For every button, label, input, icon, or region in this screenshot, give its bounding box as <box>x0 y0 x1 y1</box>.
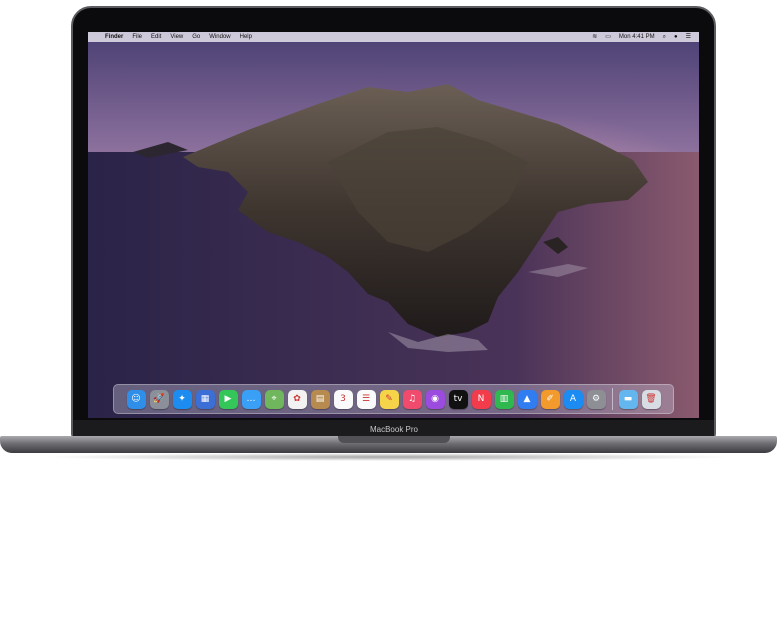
podcasts-icon[interactable]: ◉ <box>425 389 445 409</box>
system-preferences-icon[interactable]: ⚙ <box>586 389 606 409</box>
notification-icon[interactable]: ☰ <box>686 32 691 42</box>
device-label: MacBook Pro <box>369 425 419 434</box>
menu-window[interactable]: Window <box>209 34 230 40</box>
menu-help[interactable]: Help <box>240 34 252 40</box>
downloads-folder-icon[interactable]: ▬ <box>618 389 638 409</box>
menubar-clock[interactable]: Mon 4:41 PM <box>619 34 655 40</box>
dock: ☺ 🚀 ✦ ▦ ▶… ⌖ ✿ ▤ 3 ☰ ✎ ♫ ◉ tv N ▥ ▲ ✐ A ⚙ ▬ 🗑 <box>113 384 674 414</box>
keynote-icon[interactable]: ▲ <box>517 389 537 409</box>
dock-separator <box>611 388 613 410</box>
airplay-icon[interactable]: ▭ <box>605 32 611 42</box>
lid-opening-notch <box>338 436 450 443</box>
tv-icon[interactable]: tv <box>448 389 468 409</box>
launchpad-icon[interactable]: 🚀 <box>149 389 169 409</box>
finder-icon[interactable]: ☺ <box>126 389 146 409</box>
facetime-icon[interactable]: ▶ <box>218 389 238 409</box>
calendar-icon[interactable]: 3 <box>333 389 353 409</box>
menu-bar: Finder File Edit View Go Window Help ≋ ▭… <box>88 32 699 42</box>
notes-icon[interactable]: ✎ <box>379 389 399 409</box>
siri-icon[interactable]: ● <box>674 32 678 42</box>
menu-file[interactable]: File <box>132 34 142 40</box>
menu-edit[interactable]: Edit <box>151 34 161 40</box>
search-icon[interactable]: ⌕ <box>663 32 666 42</box>
menu-view[interactable]: View <box>170 34 183 40</box>
pages-icon[interactable]: ✐ <box>540 389 560 409</box>
maps-icon[interactable]: ⌖ <box>264 389 284 409</box>
wallpaper-catalina-island <box>88 84 699 418</box>
safari-icon[interactable]: ✦ <box>172 389 192 409</box>
photos-icon[interactable]: ✿ <box>287 389 307 409</box>
music-icon[interactable]: ♫ <box>402 389 422 409</box>
numbers-icon[interactable]: ▥ <box>494 389 514 409</box>
desktop-screen[interactable]: Finder File Edit View Go Window Help ≋ ▭… <box>88 32 699 418</box>
messages-icon[interactable]: … <box>241 389 261 409</box>
contacts-icon[interactable]: ▤ <box>310 389 330 409</box>
macbook-device: Finder File Edit View Go Window Help ≋ ▭… <box>0 0 777 470</box>
photos-browser-icon[interactable]: ▦ <box>195 389 215 409</box>
laptop-shadow <box>40 453 737 461</box>
reminders-icon[interactable]: ☰ <box>356 389 376 409</box>
menu-go[interactable]: Go <box>192 34 200 40</box>
menu-finder[interactable]: Finder <box>105 34 123 40</box>
wifi-icon[interactable]: ≋ <box>592 32 597 42</box>
app-store-icon[interactable]: A <box>563 389 583 409</box>
news-icon[interactable]: N <box>471 389 491 409</box>
trash-icon[interactable]: 🗑 <box>641 389 661 409</box>
